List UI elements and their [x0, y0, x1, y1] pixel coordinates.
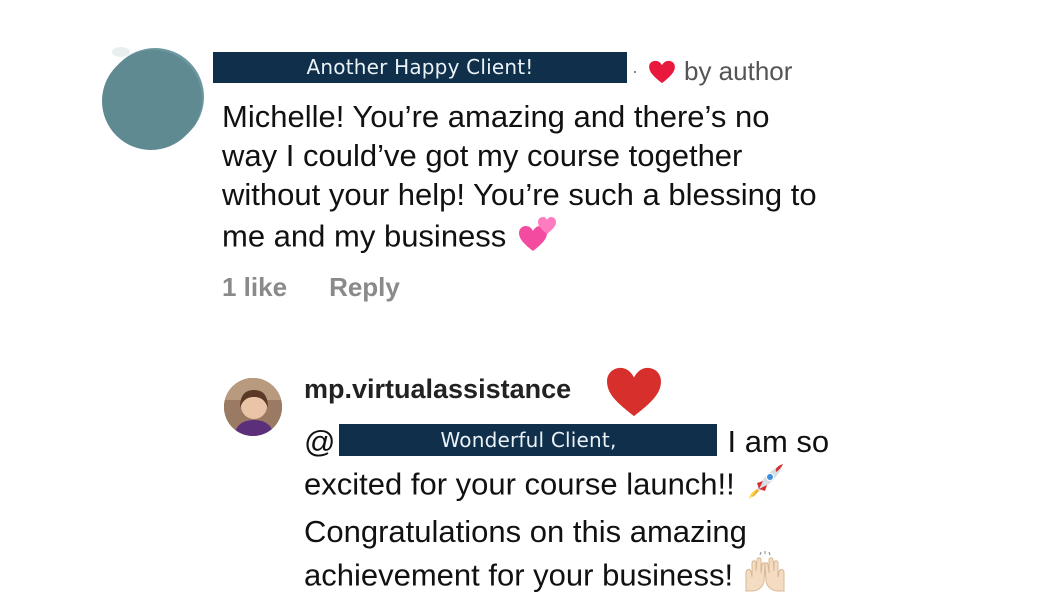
- reply-button[interactable]: Reply: [329, 272, 400, 303]
- raised-hands-emoji-icon: [742, 551, 788, 604]
- heart-icon: [649, 60, 675, 83]
- two-hearts-emoji-icon: [516, 214, 560, 263]
- heart-icon: [607, 367, 661, 417]
- reply-line-1: I am so: [727, 424, 830, 459]
- reply-line-2: excited for your course launch!!: [304, 466, 735, 502]
- likes-count-button[interactable]: 1 like: [222, 272, 287, 303]
- reply-line-3: Congratulations on this amazing: [304, 514, 747, 549]
- mentioned-user-banner[interactable]: Wonderful Client,: [339, 424, 718, 456]
- reply-avatar[interactable]: [224, 378, 282, 436]
- comment-meta: · by author: [632, 56, 792, 87]
- comment-actions: 1 like Reply: [222, 272, 400, 303]
- rocket-emoji-icon: [743, 461, 787, 512]
- reply-text: @ Wonderful Client, I am so excited for yo…: [304, 422, 984, 604]
- commenter-name-banner[interactable]: Another Happy Client!: [213, 52, 627, 83]
- separator-dot: ·: [632, 61, 638, 81]
- reply-username[interactable]: mp.virtualassistance: [304, 374, 571, 405]
- commenter-avatar[interactable]: [104, 47, 202, 148]
- profile-photo-icon: [224, 378, 282, 436]
- liked-by-author-label: by author: [684, 56, 793, 86]
- comment-text: Michelle! You’re amazing and there’s no …: [222, 97, 942, 263]
- mention-symbol: @: [304, 424, 336, 459]
- reply-line-4: achievement for your business!: [304, 557, 734, 593]
